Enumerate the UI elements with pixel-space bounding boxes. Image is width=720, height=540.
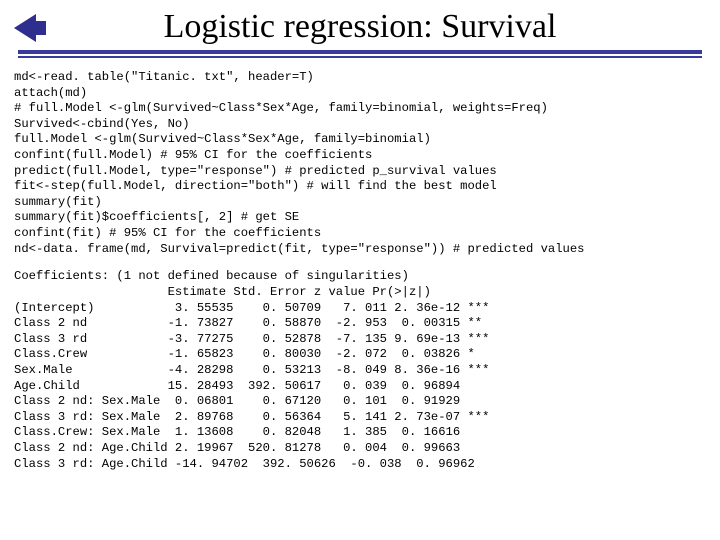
coef-header: Coefficients: (1 not defined because of …	[14, 269, 409, 283]
code-line: Survived<-cbind(Yes, No)	[14, 117, 190, 131]
title-rule	[18, 50, 702, 58]
coef-colhead: Estimate Std. Error z value Pr(>|z|)	[14, 285, 431, 299]
code-line: nd<-data. frame(md, Survival=predict(fit…	[14, 242, 584, 256]
code-line: summary(fit)	[14, 195, 102, 209]
code-line: summary(fit)$coefficients[, 2] # get SE	[14, 210, 299, 224]
slide-title: Logistic regression: Survival	[0, 0, 720, 50]
coef-row: Class.Crew: Sex.Male 1. 13608 0. 82048 1…	[14, 425, 460, 439]
code-line: predict(full.Model, type="response") # p…	[14, 164, 497, 178]
coef-row: Class 3 rd: Sex.Male 2. 89768 0. 56364 5…	[14, 410, 489, 424]
back-arrow-icon[interactable]	[14, 14, 36, 42]
coef-row: Class 2 nd: Age.Child 2. 19967 520. 8127…	[14, 441, 460, 455]
code-line: full.Model <-glm(Survived~Class*Sex*Age,…	[14, 132, 431, 146]
code-line: confint(fit) # 95% CI for the coefficien…	[14, 226, 321, 240]
code-line: # full.Model <-glm(Survived~Class*Sex*Ag…	[14, 101, 548, 115]
coef-row: (Intercept) 3. 55535 0. 50709 7. 011 2. …	[14, 301, 489, 315]
coef-row: Class 2 nd -1. 73827 0. 58870 -2. 953 0.…	[14, 316, 482, 330]
code-line: confint(full.Model) # 95% CI for the coe…	[14, 148, 372, 162]
coef-row: Class 3 rd: Age.Child -14. 94702 392. 50…	[14, 457, 475, 471]
coef-row: Age.Child 15. 28493 392. 50617 0. 039 0.…	[14, 379, 460, 393]
coef-row: Sex.Male -4. 28298 0. 53213 -8. 049 8. 3…	[14, 363, 489, 377]
coef-row: Class 3 rd -3. 77275 0. 52878 -7. 135 9.…	[14, 332, 489, 346]
coef-row: Class.Crew -1. 65823 0. 80030 -2. 072 0.…	[14, 347, 475, 361]
slide: Logistic regression: Survival md<-read. …	[0, 0, 720, 540]
coef-row: Class 2 nd: Sex.Male 0. 06801 0. 67120 0…	[14, 394, 460, 408]
code-block: md<-read. table("Titanic. txt", header=T…	[0, 64, 720, 472]
code-line: fit<-step(full.Model, direction="both") …	[14, 179, 497, 193]
code-line: attach(md)	[14, 86, 87, 100]
code-line: md<-read. table("Titanic. txt", header=T…	[14, 70, 314, 84]
